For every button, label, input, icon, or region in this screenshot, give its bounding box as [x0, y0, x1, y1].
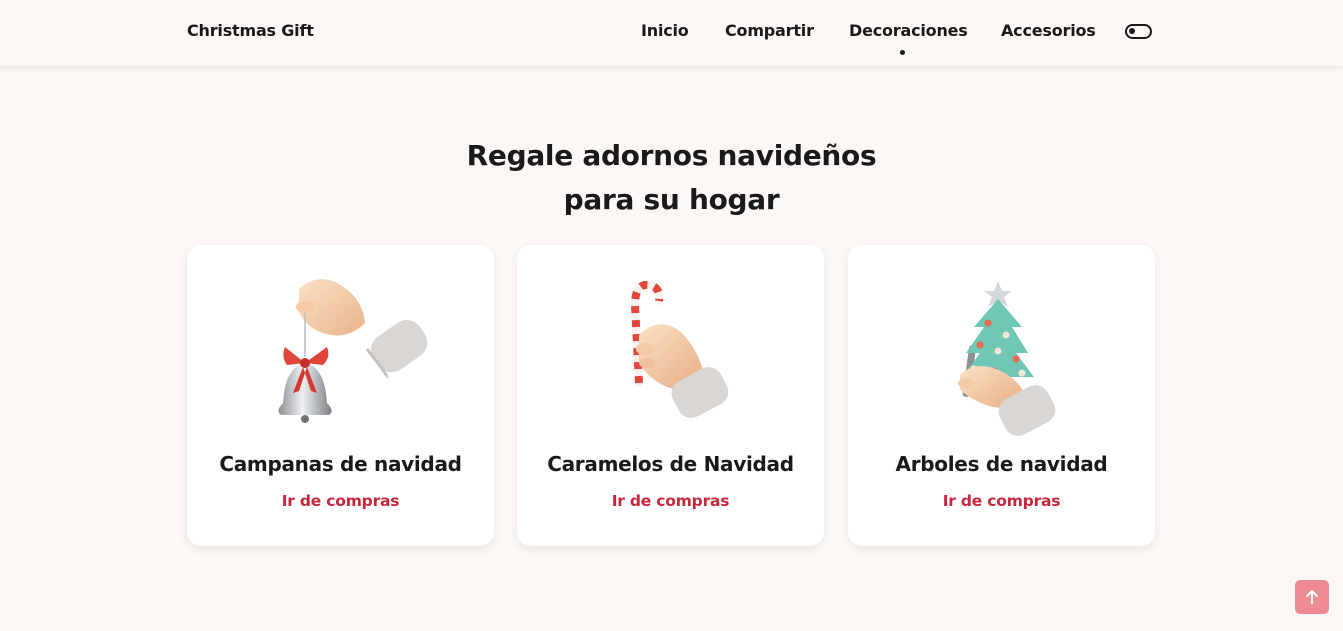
toggle-knob [1129, 28, 1135, 34]
nav-link-accesorios[interactable]: Accesorios [1001, 21, 1096, 40]
theme-toggle-icon[interactable] [1125, 24, 1152, 39]
scroll-up-button[interactable] [1295, 580, 1329, 614]
hand-holding-christmas-tree-image [958, 281, 1056, 436]
product-card-trees: Arboles de navidad Ir de compras [848, 245, 1155, 546]
card-title: Campanas de navidad [219, 452, 462, 476]
hand-holding-candy-cane-image [630, 280, 729, 418]
arrow-up-icon [1306, 590, 1318, 604]
shop-link[interactable]: Ir de compras [848, 492, 1155, 510]
site-header: Christmas Gift Inicio Compartir Decoraci… [0, 0, 1343, 67]
card-title: Arboles de navidad [895, 452, 1108, 476]
nav-link-compartir[interactable]: Compartir [725, 21, 814, 40]
title-line-1: Regale adornos navideños [466, 139, 877, 172]
product-card-candy: Caramelos de Navidad Ir de compras [517, 245, 824, 546]
hand-holding-bell-image [278, 279, 428, 423]
nav-link-decoraciones[interactable]: Decoraciones [849, 21, 968, 40]
nav-link-inicio[interactable]: Inicio [641, 21, 689, 40]
title-line-2: para su hogar [563, 183, 780, 216]
shop-link[interactable]: Ir de compras [517, 492, 824, 510]
product-card-bells: Campanas de navidad Ir de compras [187, 245, 494, 546]
card-title: Caramelos de Navidad [547, 452, 794, 476]
active-nav-indicator [900, 50, 905, 55]
section-title: Regale adornos navideños para su hogar [0, 134, 1343, 222]
shop-link[interactable]: Ir de compras [187, 492, 494, 510]
